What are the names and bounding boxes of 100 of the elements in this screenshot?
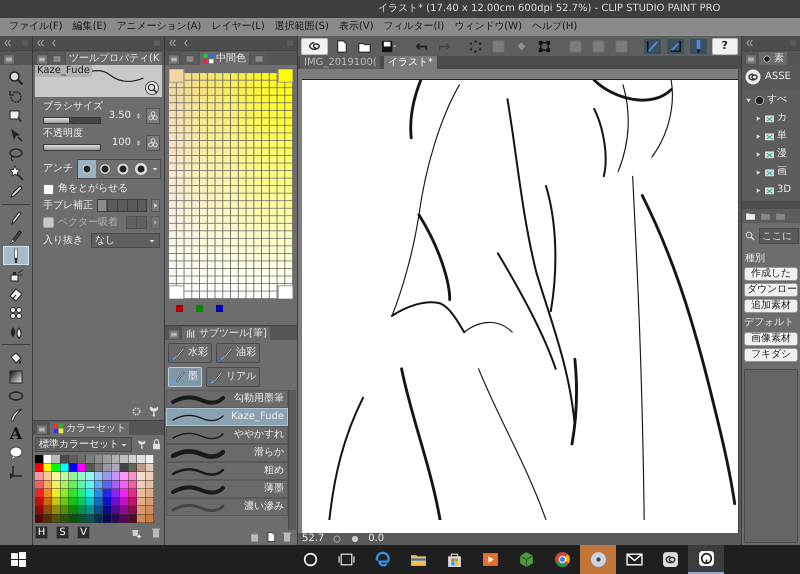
- palette-icon: [53, 423, 64, 434]
- menu-item[interactable]: ウィンドウ(W): [449, 21, 527, 33]
- toolbar-button[interactable]: ?: [712, 38, 738, 54]
- brush-list-item[interactable]: 勾勒用墨筆: [166, 390, 288, 408]
- panel-menu-icon: [36, 54, 48, 65]
- search-icon: [302, 551, 318, 568]
- panel-tab[interactable]: ツールプロパティ(K: [66, 52, 162, 65]
- dropdown-value: なし: [95, 234, 115, 246]
- scrollbar[interactable]: [288, 390, 296, 530]
- brush-list-item[interactable]: ややかすれ: [166, 426, 288, 444]
- envelope-icon: [626, 551, 642, 568]
- grip-icon: [789, 38, 797, 48]
- subtool-group-button[interactable]: リアル: [206, 367, 260, 387]
- panel-tab[interactable]: 素: [759, 52, 787, 65]
- tool-button[interactable]: [3, 246, 29, 265]
- brush-icon: [210, 370, 224, 384]
- collapse-icon: [168, 38, 178, 48]
- floppy-disk-icon: [380, 38, 398, 54]
- task-view-icon: [338, 551, 354, 568]
- menu-item[interactable]: ヘルプ(H): [527, 21, 582, 33]
- panel-menu-icon: [3, 54, 15, 65]
- segmented-slider[interactable]: [97, 199, 147, 212]
- menu-item[interactable]: 編集(E): [68, 21, 112, 33]
- mode-button[interactable]: H: [35, 526, 48, 539]
- arrow-button[interactable]: [151, 216, 160, 229]
- pen-icon: [8, 210, 24, 226]
- brush-icon: [172, 370, 186, 384]
- panel-menu-icon: [745, 54, 757, 65]
- panel-tab[interactable]: カラーセット: [50, 422, 129, 435]
- brush-list-item[interactable]: 滑らか: [166, 444, 288, 462]
- mode-button[interactable]: V: [77, 526, 90, 539]
- menu-item[interactable]: レイヤー(L): [206, 21, 270, 33]
- brush-list-item[interactable]: 濃い滲み: [166, 498, 288, 516]
- subtool-group-button[interactable]: 墨: [168, 367, 202, 387]
- canvas-tab[interactable]: IMG_2019100(: [300, 56, 380, 69]
- collapse-icon: [3, 38, 13, 48]
- subtool-group-button[interactable]: 水彩: [168, 343, 212, 363]
- brush-list-item[interactable]: 粗め: [166, 462, 288, 480]
- filter-button[interactable]: ダウンロー: [744, 283, 798, 297]
- menu-item[interactable]: アニメーション(A): [112, 21, 206, 33]
- ruler-snap-icon: [644, 38, 660, 54]
- window-title: イラスト* (17.40 x 12.00cm 600dpi 52.7%) - CLIP STUDIO PAINT PRO: [378, 3, 720, 15]
- dot-icon: [116, 162, 130, 176]
- subtool-group-button[interactable]: 油彩: [216, 343, 260, 363]
- shopping-bag-icon: [446, 551, 462, 568]
- question-bubble-icon: [698, 550, 714, 567]
- tree-item[interactable]: 3D: [742, 181, 792, 199]
- color-set-dropdown[interactable]: 標準カラーセット: [35, 437, 132, 452]
- browser-e-icon: [374, 551, 390, 568]
- menu-item[interactable]: フィルター(I): [378, 21, 450, 33]
- brushes-icon: [185, 328, 197, 339]
- angle-value: 0.0: [368, 533, 384, 545]
- anti-alias-option[interactable]: [78, 160, 96, 178]
- scrollbar[interactable]: [742, 201, 800, 209]
- tree-item[interactable]: 漫: [742, 145, 787, 163]
- segmented-control[interactable]: [77, 159, 161, 179]
- panel-tab[interactable]: 中間色: [200, 52, 249, 65]
- filter-button[interactable]: 作成した: [744, 267, 798, 281]
- filter-button[interactable]: 追加素材: [744, 299, 798, 313]
- round-browser-icon: [554, 551, 570, 568]
- tool-button[interactable]: A: [3, 424, 29, 443]
- canvas-tab[interactable]: イラスト*: [384, 56, 437, 69]
- tag-button[interactable]: 画像素材: [744, 332, 798, 346]
- taper-dropdown[interactable]: なし: [91, 233, 160, 248]
- property-label: ブラシサイズ: [43, 101, 103, 113]
- toolbar-button[interactable]: [301, 38, 328, 54]
- speech-balloon-icon: [8, 444, 24, 460]
- tree-item[interactable]: すべ: [742, 91, 787, 109]
- menu-item[interactable]: 選択範囲(S): [270, 21, 334, 33]
- checkbox[interactable]: [43, 184, 54, 194]
- panel-tab[interactable]: サブツール[筆]: [182, 327, 270, 340]
- trash-icon: [150, 526, 162, 538]
- brush-list-item[interactable]: 薄墨: [166, 480, 288, 498]
- layer-square-icon: [590, 38, 606, 54]
- scrollbar[interactable]: [738, 69, 741, 533]
- taskbar-button[interactable]: [688, 545, 724, 574]
- pressure-button[interactable]: [146, 135, 160, 151]
- grip-icon: [21, 38, 29, 48]
- gear-icon: [130, 405, 143, 418]
- tree-item[interactable]: 画: [742, 163, 787, 181]
- tag-button[interactable]: フキダシ: [744, 348, 798, 362]
- mode-button[interactable]: S: [56, 526, 69, 539]
- trash-icon: [281, 531, 293, 543]
- menu-item[interactable]: ファイル(F): [4, 21, 68, 33]
- transform-handles-icon: [536, 38, 552, 54]
- value-text: 3.50: [108, 110, 131, 122]
- arrow-button[interactable]: [151, 199, 160, 212]
- slider-track[interactable]: [43, 117, 101, 124]
- section-label: 種別: [744, 252, 766, 266]
- search-field[interactable]: ここに: [759, 228, 799, 244]
- three-circles-icon: [147, 110, 159, 122]
- lock-icon: [151, 438, 162, 451]
- tree-item[interactable]: カ: [742, 109, 787, 127]
- spiral-logo-icon: [745, 69, 761, 85]
- menu-item[interactable]: 表示(V): [334, 21, 379, 33]
- tree-item[interactable]: 単: [742, 127, 787, 145]
- channel-square-icon: [176, 305, 182, 312]
- zoom-button[interactable]: [145, 81, 159, 95]
- pressure-button[interactable]: [146, 108, 160, 124]
- brush-stroke-drawing: [89, 70, 145, 83]
